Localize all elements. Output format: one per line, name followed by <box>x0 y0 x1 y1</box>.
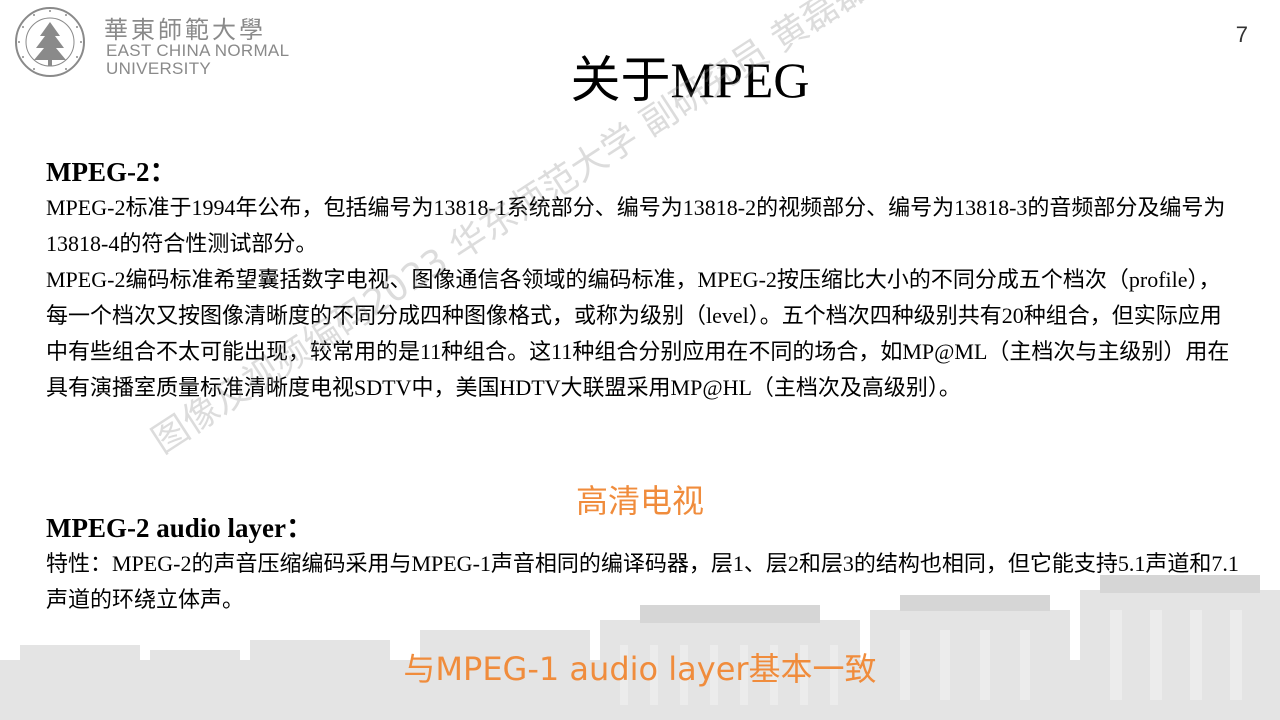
slide-title: 关于MPEG <box>570 52 810 108</box>
section-mpeg2: MPEG-2： MPEG-2标准于1994年公布，包括编号为13818-1系统部… <box>46 154 1241 406</box>
section-heading: MPEG-2： <box>46 157 177 187</box>
paragraph: MPEG-2编码标准希望囊括数字电视、图像通信各领域的编码标准，MPEG-2按压… <box>46 267 1230 400</box>
annotation-audio-layer: 与MPEG-1 audio layer基本一致 <box>403 650 877 688</box>
section-mpeg2-audio: MPEG-2 audio layer： 特性：MPEG-2的声音压缩编码采用与M… <box>46 510 1241 618</box>
paragraph: MPEG-2标准于1994年公布，包括编号为13818-1系统部分、编号为138… <box>46 195 1226 256</box>
section-heading: MPEG-2 audio layer： <box>46 513 313 543</box>
paragraph: 特性：MPEG-2的声音压缩编码采用与MPEG-1声音相同的编译码器，层1、层2… <box>46 551 1239 612</box>
